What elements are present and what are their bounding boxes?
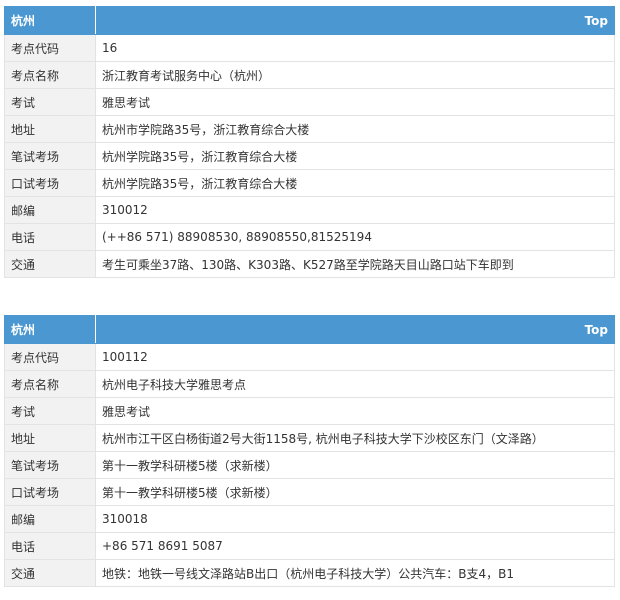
row-label: 考试 xyxy=(4,88,96,116)
row-label: 电话 xyxy=(4,223,96,251)
row-value: 杭州市江干区白杨街道2号大街1158号, 杭州电子科技大学下沙校区东门（文泽路） xyxy=(95,424,615,452)
table-row: 考点名称 杭州电子科技大学雅思考点 xyxy=(4,370,615,398)
table-row: 邮编 310012 xyxy=(4,196,615,224)
row-value: 雅思考试 xyxy=(95,88,615,116)
row-label: 笔试考场 xyxy=(4,451,96,479)
table-row: 交通 考生可乘坐37路、130路、K303路、K527路至学院路天目山路口站下车… xyxy=(4,250,615,278)
table-row: 考点名称 浙江教育考试服务中心（杭州） xyxy=(4,61,615,89)
table-row: 地址 杭州市江干区白杨街道2号大街1158号, 杭州电子科技大学下沙校区东门（文… xyxy=(4,424,615,452)
table-row: 交通 地铁：地铁一号线文泽路站B出口（杭州电子科技大学）公共汽车：B支4，B1 xyxy=(4,559,615,587)
row-value: (++86 571) 88908530, 88908550,81525194 xyxy=(95,223,615,251)
row-value: 310012 xyxy=(95,196,615,224)
row-label: 邮编 xyxy=(4,505,96,533)
table-row: 口试考场 杭州学院路35号，浙江教育综合大楼 xyxy=(4,169,615,197)
venue-header: 杭州 Top xyxy=(4,6,615,35)
row-value: 第十一教学科研楼5楼（求新楼） xyxy=(95,451,615,479)
table-row: 电话 +86 571 8691 5087 xyxy=(4,532,615,560)
row-value: 16 xyxy=(95,34,615,62)
row-value: 雅思考试 xyxy=(95,397,615,425)
table-row: 地址 杭州市学院路35号，浙江教育综合大楼 xyxy=(4,115,615,143)
venue-table: 杭州 Top 考点代码 16 考点名称 浙江教育考试服务中心（杭州） 考试 雅思… xyxy=(4,6,615,278)
venue-table: 杭州 Top 考点代码 100112 考点名称 杭州电子科技大学雅思考点 考试 … xyxy=(4,315,615,587)
venue-city: 杭州 xyxy=(4,6,96,35)
row-value: +86 571 8691 5087 xyxy=(95,532,615,560)
row-label: 考点名称 xyxy=(4,370,96,398)
row-label: 口试考场 xyxy=(4,478,96,506)
row-value: 杭州学院路35号，浙江教育综合大楼 xyxy=(95,169,615,197)
table-row: 电话 (++86 571) 88908530, 88908550,8152519… xyxy=(4,223,615,251)
row-label: 交通 xyxy=(4,250,96,278)
row-value: 杭州电子科技大学雅思考点 xyxy=(95,370,615,398)
row-label: 考点代码 xyxy=(4,34,96,62)
table-row: 考点代码 100112 xyxy=(4,343,615,371)
row-value: 地铁：地铁一号线文泽路站B出口（杭州电子科技大学）公共汽车：B支4，B1 xyxy=(95,559,615,587)
top-link[interactable]: Top xyxy=(585,323,608,337)
row-label: 口试考场 xyxy=(4,169,96,197)
row-label: 交通 xyxy=(4,559,96,587)
row-label: 邮编 xyxy=(4,196,96,224)
row-value: 考生可乘坐37路、130路、K303路、K527路至学院路天目山路口站下车即到 xyxy=(95,250,615,278)
row-label: 电话 xyxy=(4,532,96,560)
row-value: 杭州学院路35号，浙江教育综合大楼 xyxy=(95,142,615,170)
row-value: 第十一教学科研楼5楼（求新楼） xyxy=(95,478,615,506)
top-link[interactable]: Top xyxy=(585,14,608,28)
row-value: 100112 xyxy=(95,343,615,371)
row-value: 310018 xyxy=(95,505,615,533)
row-value: 浙江教育考试服务中心（杭州） xyxy=(95,61,615,89)
row-label: 考点名称 xyxy=(4,61,96,89)
row-label: 考试 xyxy=(4,397,96,425)
table-row: 考试 雅思考试 xyxy=(4,88,615,116)
venue-city: 杭州 xyxy=(4,315,96,344)
row-label: 笔试考场 xyxy=(4,142,96,170)
row-label: 地址 xyxy=(4,424,96,452)
row-label: 考点代码 xyxy=(4,343,96,371)
table-row: 笔试考场 第十一教学科研楼5楼（求新楼） xyxy=(4,451,615,479)
table-row: 笔试考场 杭州学院路35号，浙江教育综合大楼 xyxy=(4,142,615,170)
row-value: 杭州市学院路35号，浙江教育综合大楼 xyxy=(95,115,615,143)
table-row: 考点代码 16 xyxy=(4,34,615,62)
venue-header: 杭州 Top xyxy=(4,315,615,344)
table-row: 考试 雅思考试 xyxy=(4,397,615,425)
table-row: 邮编 310018 xyxy=(4,505,615,533)
row-label: 地址 xyxy=(4,115,96,143)
table-row: 口试考场 第十一教学科研楼5楼（求新楼） xyxy=(4,478,615,506)
